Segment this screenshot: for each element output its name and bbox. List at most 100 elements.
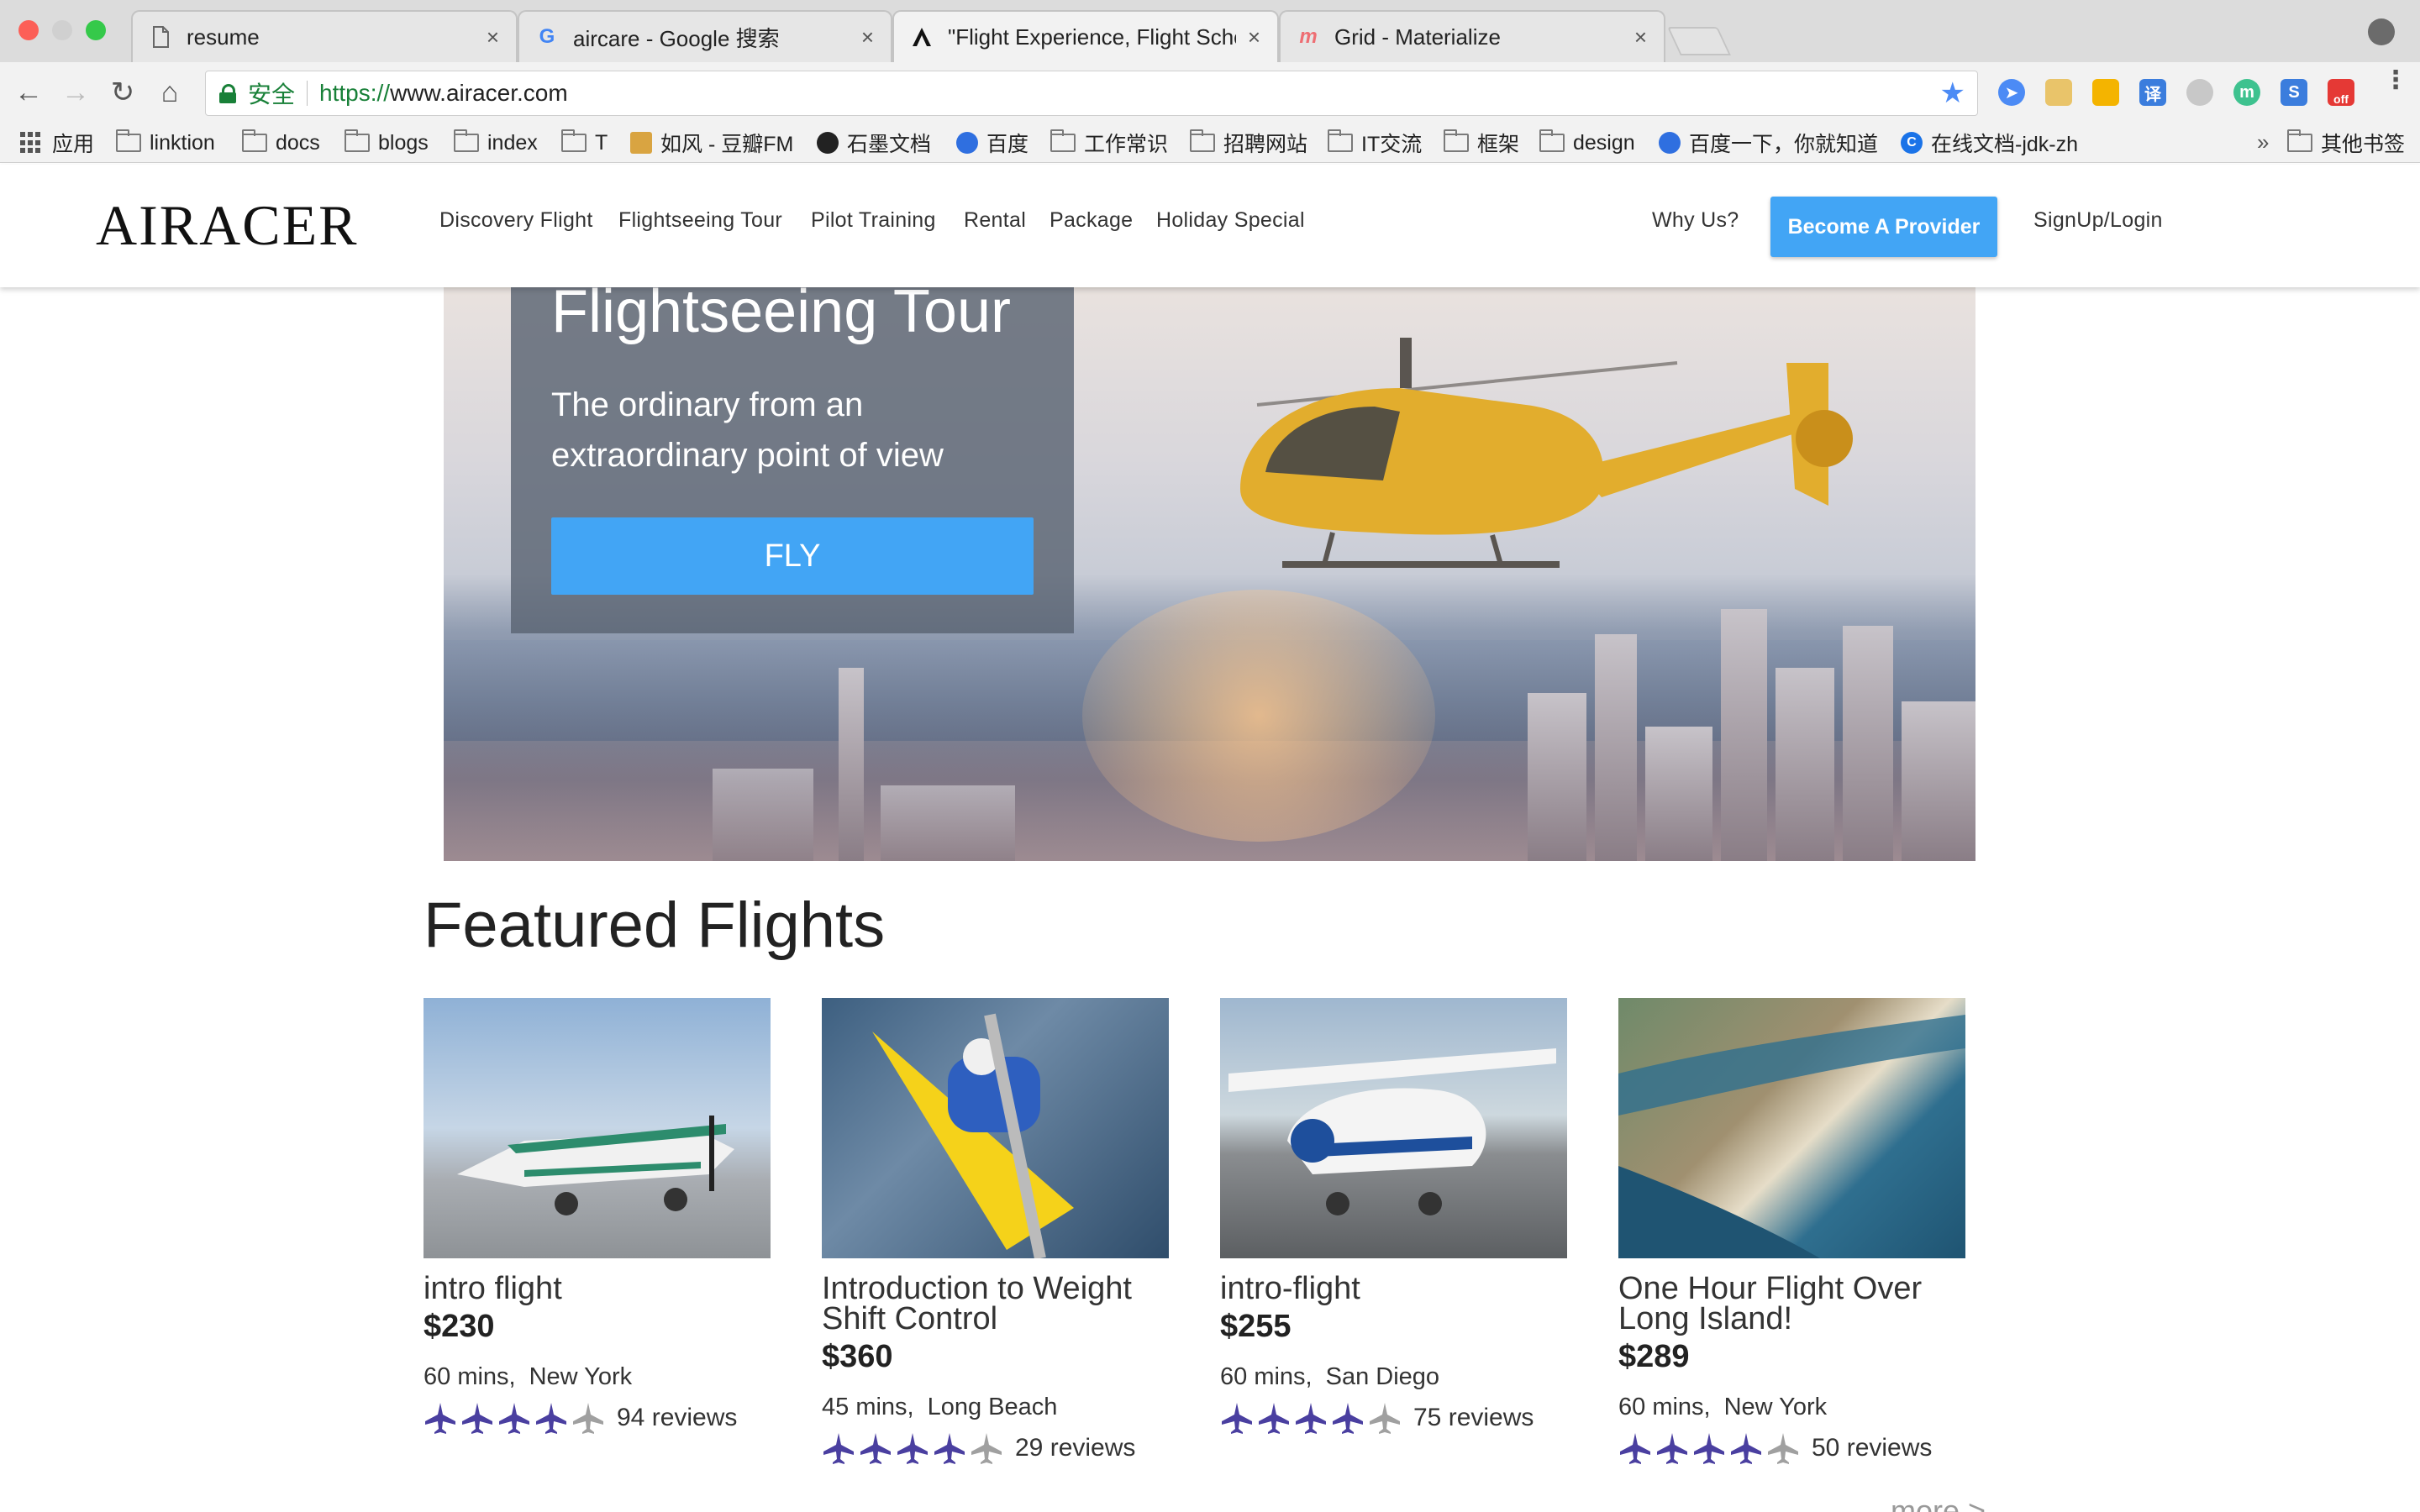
bookmark-douban-fm[interactable]: 如风 - 豆瓣FM [630, 123, 793, 163]
flight-location: Long Beach [927, 1394, 1058, 1420]
grid-extension-icon[interactable] [2092, 79, 2119, 106]
flight-card[interactable]: intro-flight $255 60 mins, San Diego 75 r… [1220, 998, 1567, 1435]
close-icon[interactable]: × [861, 24, 874, 50]
browser-tab-materialize[interactable]: m Grid - Materialize × [1279, 10, 1665, 62]
bookmark-t[interactable]: T [561, 123, 608, 163]
bookmark-it[interactable]: IT交流 [1328, 123, 1422, 163]
bookmark-index[interactable]: index [454, 123, 538, 163]
flight-duration: 60 mins, [424, 1363, 516, 1390]
flight-title[interactable]: One Hour Flight Over Long Island! [1618, 1273, 1965, 1335]
flight-card[interactable]: Introduction to Weight Shift Control $36… [822, 998, 1169, 1465]
flight-thumbnail[interactable] [1220, 998, 1567, 1258]
folder-icon [2287, 129, 2312, 152]
plane-rating-filled-icon [1222, 1403, 1252, 1434]
bookmark-jobs[interactable]: 招聘网站 [1190, 123, 1307, 163]
bookmark-shimo[interactable]: 石墨文档 [817, 123, 931, 163]
bookmark-baidu[interactable]: 百度 [956, 123, 1028, 163]
hero-title: Flightseeing Tour [551, 287, 1011, 345]
hero-building [1528, 693, 1586, 861]
bookmark-design[interactable]: design [1539, 123, 1635, 163]
bookmark-jdk-docs[interactable]: C 在线文档-jdk-zh [1901, 123, 2078, 163]
reload-icon[interactable]: ↻ [106, 76, 139, 109]
flight-reviews[interactable]: 94 reviews [617, 1404, 737, 1432]
s-extension-icon[interactable]: S [2281, 79, 2307, 106]
compass-extension-icon[interactable]: ➤ [1998, 79, 2025, 106]
plane-rating-empty-icon [971, 1433, 1002, 1464]
forward-arrow-icon[interactable]: → [59, 76, 92, 109]
bookmark-label: blogs [378, 130, 429, 155]
site-logo[interactable]: AIRACER [96, 197, 358, 254]
bookmark-linktion[interactable]: linktion [116, 123, 215, 163]
featured-flights-title: Featured Flights [424, 890, 886, 961]
close-icon[interactable]: × [1248, 24, 1260, 50]
bookmark-docs[interactable]: docs [242, 123, 320, 163]
nav-package[interactable]: Package [1050, 208, 1133, 233]
hero-building [1776, 668, 1834, 861]
profile-avatar-icon[interactable] [2368, 18, 2395, 45]
nav-pilot-training[interactable]: Pilot Training [811, 208, 936, 233]
more-link[interactable]: more > [1891, 1494, 1986, 1512]
bookmark-baidu-search[interactable]: 百度一下，你就知道 [1659, 123, 1878, 163]
fly-button[interactable]: FLY [551, 517, 1034, 595]
flight-thumbnail[interactable] [822, 998, 1169, 1258]
folder-icon [1539, 129, 1565, 152]
umbrella-extension-icon[interactable] [2186, 79, 2213, 106]
translate-extension-icon[interactable]: 译 [2139, 79, 2166, 106]
flight-title[interactable]: Introduction to Weight Shift Control [822, 1273, 1169, 1335]
shimo-icon [817, 132, 839, 154]
bookmark-apps[interactable]: 应用 [20, 123, 94, 163]
off-extension-icon[interactable]: off [2328, 79, 2354, 106]
bookmark-star-icon[interactable]: ★ [1940, 76, 1965, 110]
bookmark-blogs[interactable]: blogs [345, 123, 429, 163]
m-extension-icon[interactable]: m [2233, 79, 2260, 106]
plane-rating-empty-icon [573, 1403, 603, 1434]
folder-icon [1050, 129, 1076, 152]
home-icon[interactable]: ⌂ [153, 76, 187, 109]
browser-tab-airacer[interactable]: "Flight Experience, Flight Scho × [892, 10, 1279, 62]
bookmarks-overflow-icon[interactable]: » [2257, 129, 2269, 155]
window-zoom-button[interactable] [86, 20, 106, 40]
notes-extension-icon[interactable] [2045, 79, 2072, 106]
nav-why-us[interactable]: Why Us? [1652, 208, 1739, 233]
flight-reviews[interactable]: 50 reviews [1812, 1434, 1932, 1462]
bookmark-label: docs [276, 130, 320, 155]
back-arrow-icon[interactable]: ← [12, 76, 45, 109]
url-host: www.airacer.com [390, 80, 568, 106]
site-header: AIRACER Discovery Flight Flightseeing To… [0, 165, 2420, 287]
flight-reviews[interactable]: 75 reviews [1413, 1404, 1534, 1432]
nav-holiday-special[interactable]: Holiday Special [1156, 208, 1305, 233]
bookmark-label: 百度一下，你就知道 [1689, 133, 1879, 156]
close-icon[interactable]: × [487, 24, 499, 50]
bookmark-frameworks[interactable]: 框架 [1444, 123, 1519, 163]
bookmark-work-tips[interactable]: 工作常识 [1050, 123, 1168, 163]
flight-card[interactable]: One Hour Flight Over Long Island! $289 6… [1618, 998, 1965, 1465]
browser-tab-google[interactable]: G aircare - Google 搜索 × [518, 10, 892, 62]
new-tab-button[interactable] [1667, 27, 1731, 55]
flight-card[interactable]: intro flight $230 60 mins, New York 94 re… [424, 998, 771, 1435]
address-bar[interactable]: 安全 https:// www.airacer.com ★ [205, 71, 1978, 116]
helicopter-image [1240, 338, 1853, 568]
become-provider-button[interactable]: Become A Provider [1770, 197, 1997, 257]
bookmark-label: T [595, 130, 608, 155]
browser-menu-icon[interactable]: ⋮ [2383, 68, 2408, 93]
flight-reviews[interactable]: 29 reviews [1015, 1434, 1135, 1462]
nav-rental[interactable]: Rental [964, 208, 1026, 233]
folder-icon [1328, 129, 1353, 152]
close-icon[interactable]: × [1634, 24, 1647, 50]
hero-building [1645, 727, 1712, 861]
baidu-icon [1659, 132, 1681, 154]
nav-flightseeing-tour[interactable]: Flightseeing Tour [618, 208, 782, 233]
bookmark-label: 百度 [986, 133, 1029, 156]
window-close-button[interactable] [18, 20, 39, 40]
folder-icon [116, 129, 141, 152]
nav-discovery-flight[interactable]: Discovery Flight [439, 208, 593, 233]
signup-login-link[interactable]: SignUp/Login [2033, 208, 2163, 233]
plane-rating-filled-icon [462, 1403, 492, 1434]
flight-title[interactable]: intro flight [424, 1273, 771, 1305]
flight-thumbnail[interactable] [1618, 998, 1965, 1258]
flight-title[interactable]: intro-flight [1220, 1273, 1567, 1305]
browser-tab-resume[interactable]: resume × [131, 10, 518, 62]
flight-thumbnail[interactable] [424, 998, 771, 1258]
bookmark-other[interactable]: 其他书签 [2287, 123, 2405, 163]
window-minimize-button[interactable] [52, 20, 72, 40]
